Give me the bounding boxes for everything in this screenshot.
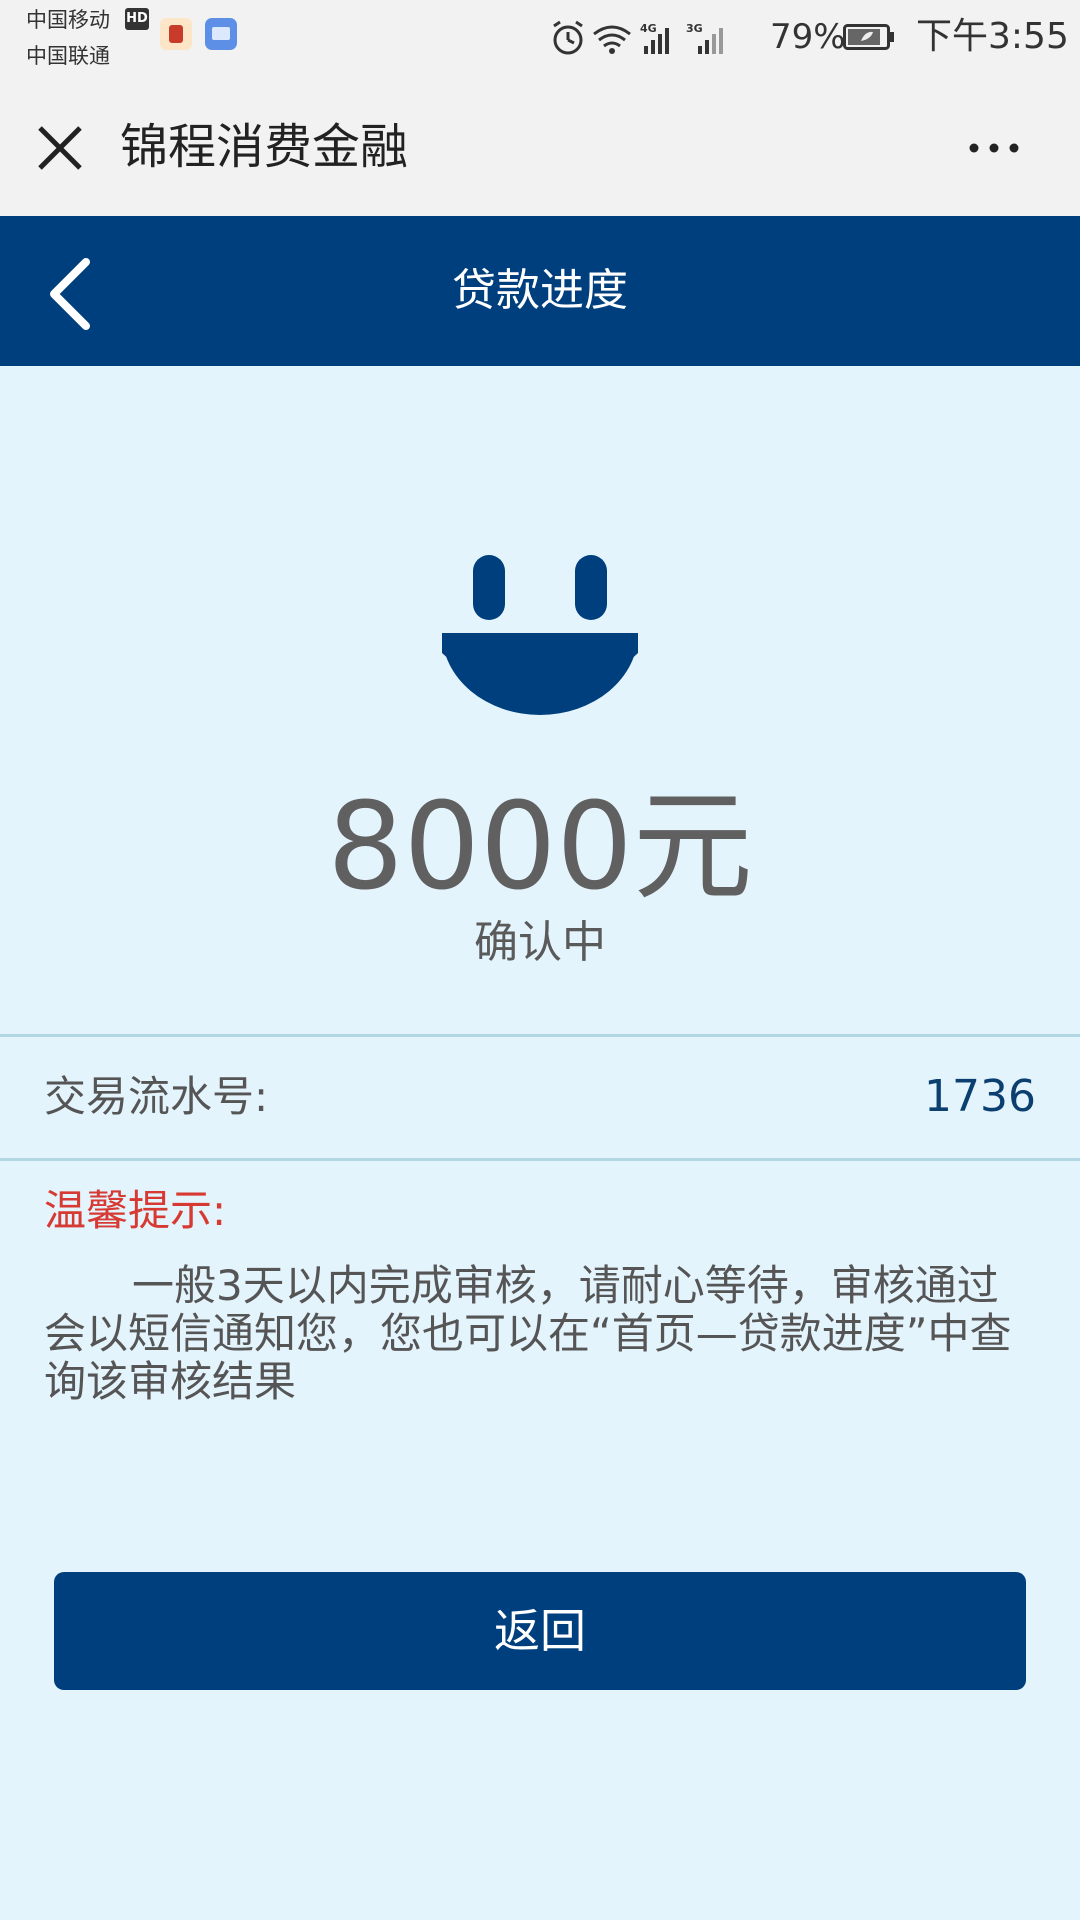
system-status-icons: 4G 3G <box>553 20 723 55</box>
card-app-icon <box>205 18 237 50</box>
serial-label: 交易流水号: <box>44 1072 269 1121</box>
loan-amount: 8000元 <box>327 778 753 917</box>
close-icon <box>38 126 82 170</box>
return-button-label: 返回 <box>494 1604 586 1658</box>
status-bar: 中国移动 HD 中国联通 4G 3G 79% 下午3:55 <box>0 0 1080 78</box>
page-title: 锦程消费金融 <box>120 119 409 175</box>
title-bar: 锦程消费金融 <box>0 78 1080 216</box>
nav-title: 贷款进度 <box>452 265 628 316</box>
battery-icon <box>843 24 894 50</box>
signal-4g-label: 4G <box>640 22 657 35</box>
signal-3g-label: 3G <box>686 22 703 35</box>
wifi-icon <box>593 25 631 54</box>
nav-bar: 贷款进度 <box>0 216 1080 366</box>
more-dots-icon <box>969 143 1019 153</box>
signal-3g-icon: 3G <box>686 22 723 54</box>
divider <box>0 1158 1080 1161</box>
divider <box>0 1034 1080 1037</box>
carrier-1: 中国移动 <box>26 8 110 32</box>
battery-percent: 79% <box>770 17 846 57</box>
close-button[interactable] <box>30 118 90 178</box>
tip-title: 温馨提示: <box>44 1186 227 1235</box>
hd-badge: HD <box>125 8 149 30</box>
red-app-icon <box>160 18 192 50</box>
alarm-icon <box>553 20 583 55</box>
more-button[interactable] <box>960 128 1030 168</box>
status-time: 下午3:55 <box>916 16 1069 57</box>
return-button[interactable]: 返回 <box>54 1572 1026 1690</box>
tip-body: 一般3天以内完成审核，请耐心等待，审核通过会以短信通知您，您也可以在“首页—贷款… <box>44 1261 1012 1406</box>
smiley-icon <box>442 555 638 715</box>
carrier-2: 中国联通 <box>26 44 110 68</box>
serial-value: 1736 <box>924 1071 1036 1122</box>
loan-status: 确认中 <box>474 917 606 968</box>
signal-4g-icon: 4G <box>640 22 669 54</box>
